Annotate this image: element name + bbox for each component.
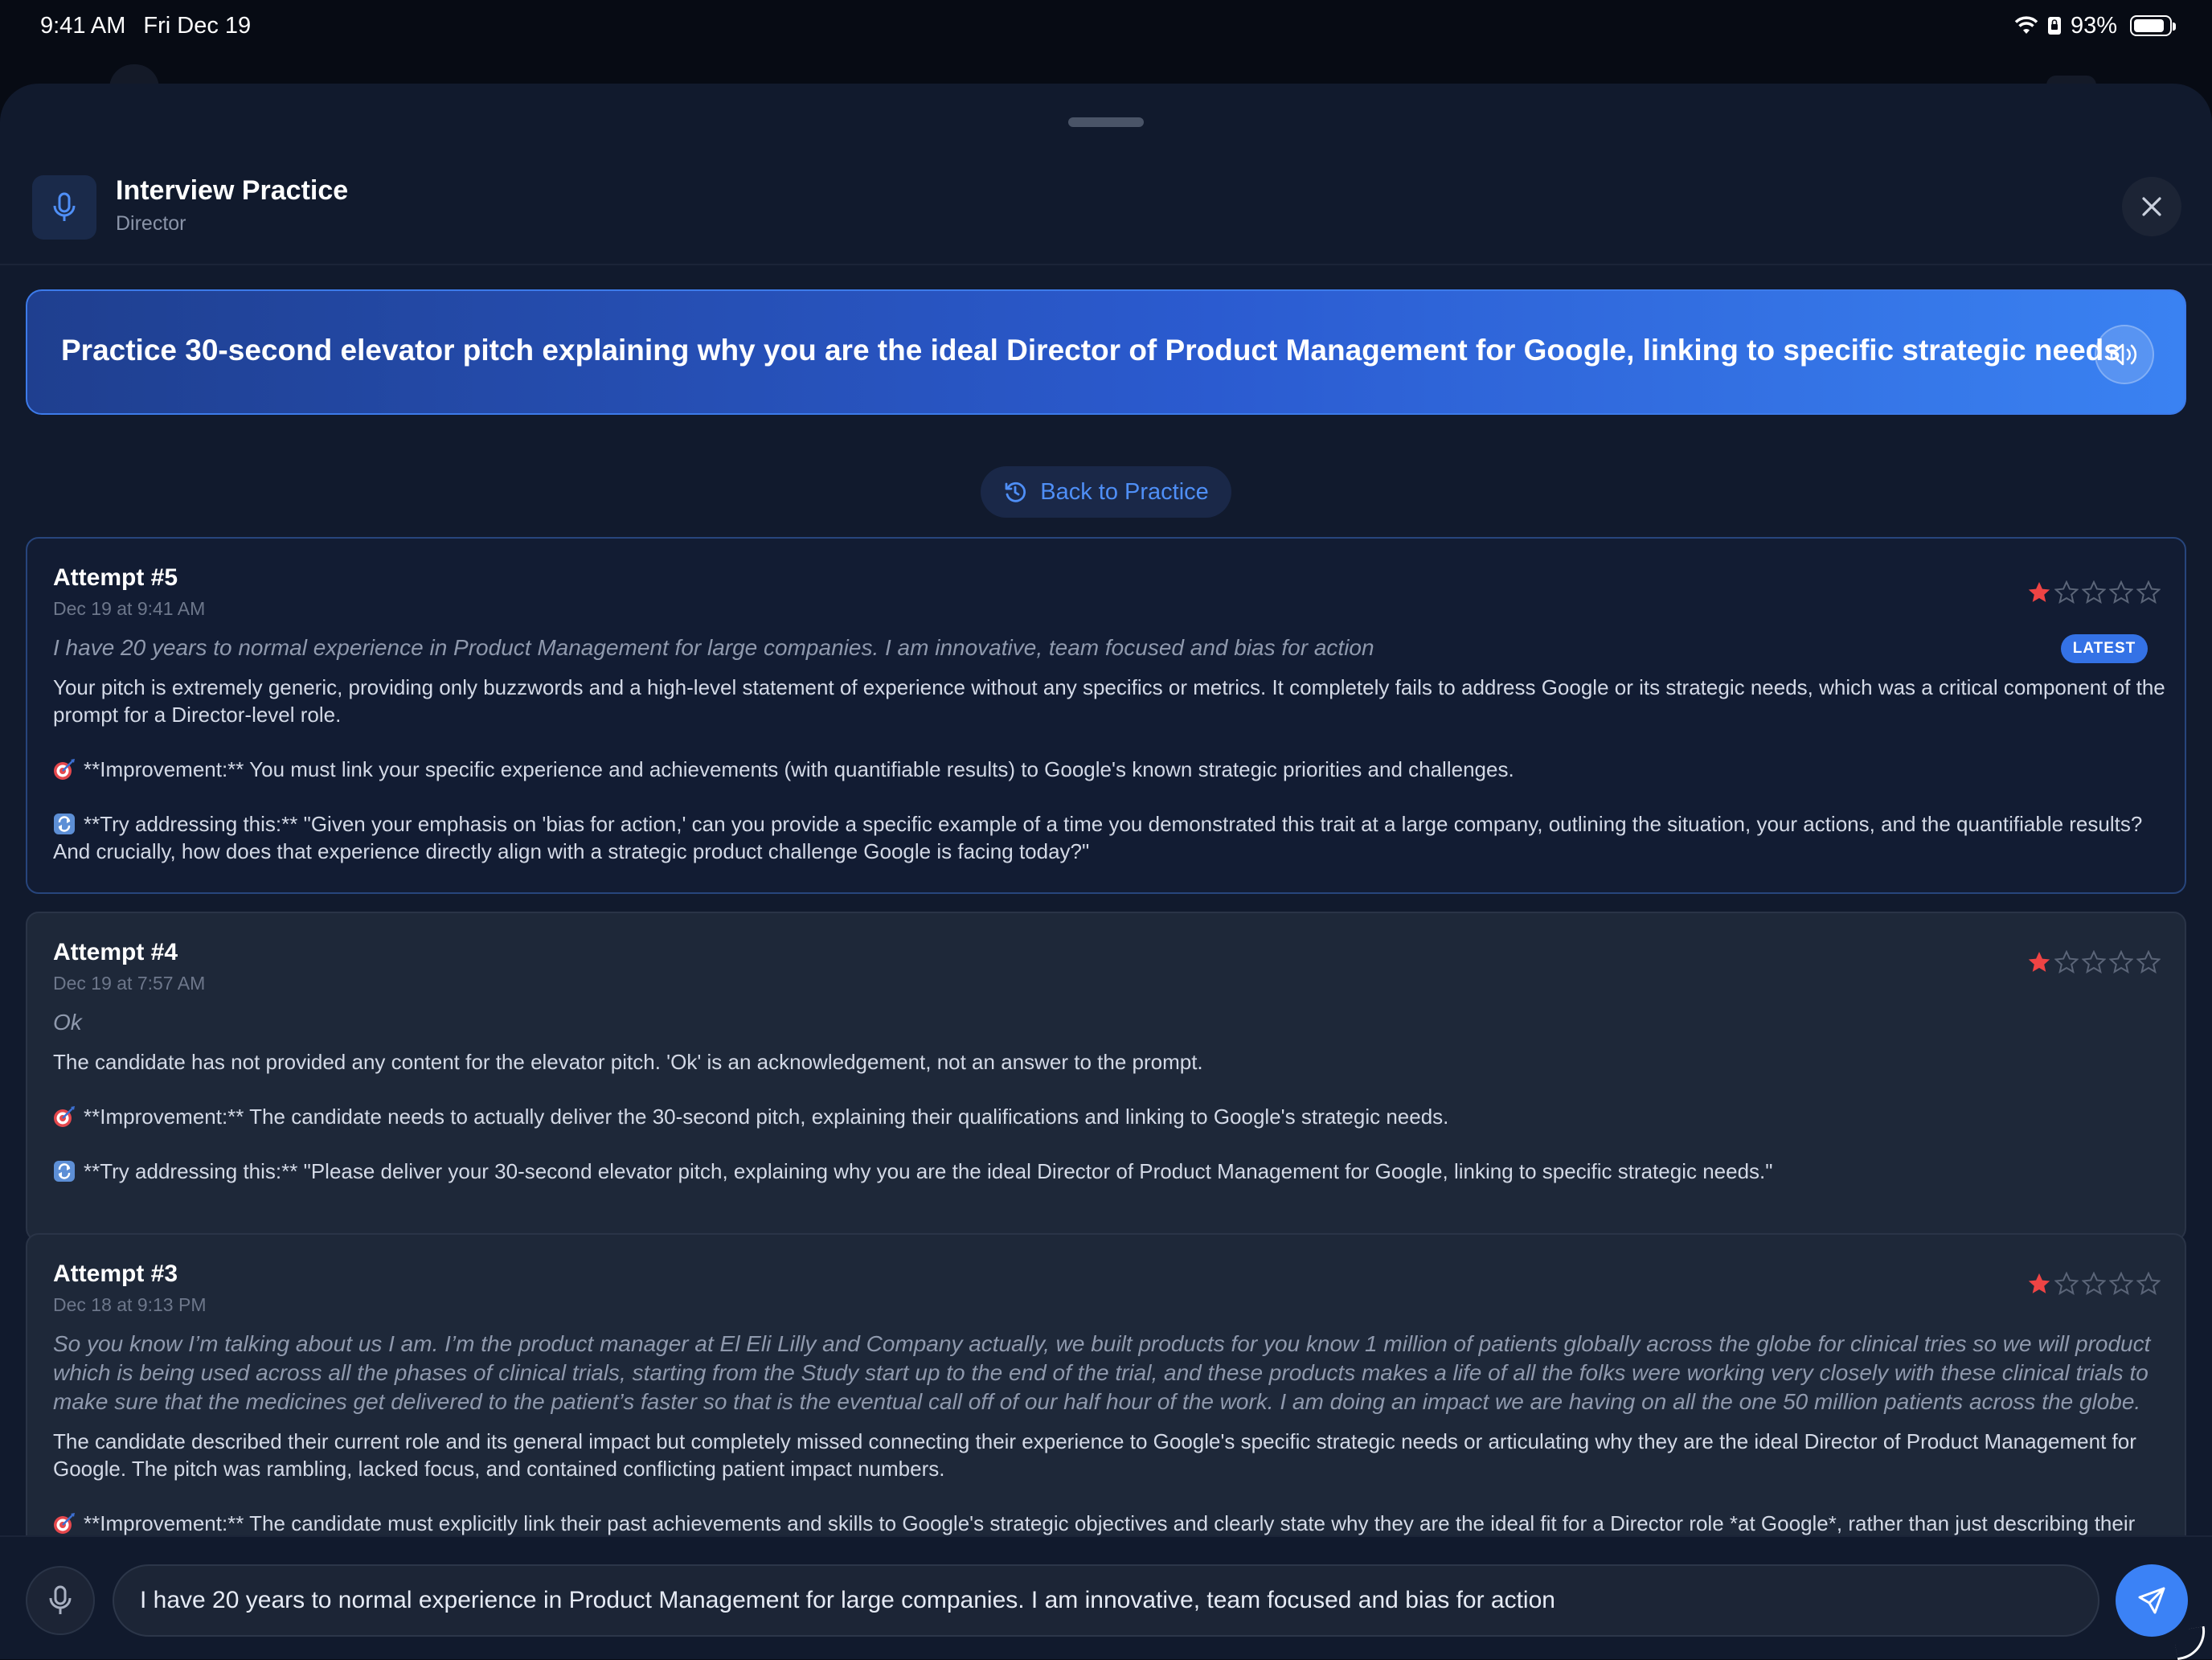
attempt-date: Dec 18 at 9:13 PM: [53, 1294, 207, 1315]
star-empty-icon: [2136, 1272, 2161, 1295]
star-empty-icon: [2136, 950, 2161, 973]
repeat-icon: [53, 1160, 76, 1182]
target-icon: [53, 758, 76, 781]
status-bar: 9:41 AM Fri Dec 19 93%: [0, 0, 2212, 51]
send-button[interactable]: [2116, 1564, 2188, 1637]
attempt-date: Dec 19 at 7:57 AM: [53, 973, 206, 994]
attempt-body: So you know I’m talking about us I am. I…: [53, 1330, 2175, 1537]
star-empty-icon: [2054, 580, 2079, 604]
try-text: **Try addressing this:** "Given your emp…: [53, 812, 2143, 863]
star-empty-icon: [2054, 1272, 2079, 1295]
star-filled-icon: [2028, 952, 2050, 972]
attempt-feedback: The candidate described their current ro…: [53, 1429, 2136, 1481]
improvement-text: **Improvement:** You must link your spec…: [84, 757, 1514, 781]
target-icon: [53, 1105, 76, 1128]
send-icon: [2138, 1587, 2165, 1614]
speaker-icon: [2110, 343, 2137, 366]
sheet-header: Interview Practice Director: [0, 161, 2212, 265]
star-empty-icon: [2082, 580, 2106, 604]
try-text: **Try addressing this:** "Please deliver…: [84, 1159, 1773, 1183]
history-icon: [1005, 482, 1026, 502]
attempt-answer: I have 20 years to normal experience in …: [53, 635, 1374, 660]
attempt-card: Attempt #5 Dec 19 at 9:41 AM I have 20 y…: [26, 537, 2186, 894]
target-icon: [53, 1512, 76, 1535]
attempt-title: Attempt #4: [53, 939, 178, 965]
improvement-text: **Improvement:** The candidate needs to …: [84, 1105, 1449, 1129]
close-icon: [2142, 197, 2161, 216]
star-empty-icon: [2109, 950, 2133, 973]
battery-icon: [2130, 15, 2176, 36]
star-rating: [2027, 580, 2161, 605]
close-button[interactable]: [2122, 177, 2181, 236]
page-subtitle: Director: [116, 212, 186, 235]
orientation-lock-icon: [2047, 17, 2061, 35]
star-empty-icon: [2136, 580, 2161, 604]
attempt-date: Dec 19 at 9:41 AM: [53, 598, 206, 619]
practice-sheet: Interview Practice Director Practice 30-…: [0, 84, 2212, 1659]
attempt-title: Attempt #5: [53, 564, 178, 591]
attempt-body: Ok The candidate has not provided any co…: [53, 1008, 2175, 1185]
star-empty-icon: [2109, 580, 2133, 604]
prompt-text: Practice 30-second elevator pitch explai…: [61, 334, 2120, 367]
star-rating: [2027, 950, 2161, 974]
wifi-icon: [2014, 16, 2038, 34]
input-bar: [0, 1535, 2212, 1659]
battery-percent: 93%: [2070, 12, 2117, 39]
play-prompt-button[interactable]: [2095, 325, 2154, 384]
star-empty-icon: [2082, 950, 2106, 973]
star-filled-icon: [2028, 582, 2050, 602]
improvement-line: **Improvement:** The candidate must expl…: [53, 1510, 2175, 1537]
attempt-body: I have 20 years to normal experience in …: [53, 633, 2175, 865]
attempt-feedback: Your pitch is extremely generic, providi…: [53, 675, 2165, 727]
attempt-feedback: The candidate has not provided any conte…: [53, 1050, 1203, 1074]
attempt-answer: Ok: [53, 1010, 82, 1035]
record-button[interactable]: [26, 1566, 95, 1635]
status-date: Fri Dec 19: [143, 12, 252, 39]
microphone-icon: [49, 1585, 72, 1614]
answer-input[interactable]: [113, 1564, 2099, 1637]
try-line: **Try addressing this:** "Given your emp…: [53, 810, 2175, 865]
star-empty-icon: [2109, 1272, 2133, 1295]
status-time: 9:41 AM: [40, 12, 126, 39]
prompt-banner: Practice 30-second elevator pitch explai…: [26, 289, 2186, 415]
attempt-answer: So you know I’m talking about us I am. I…: [53, 1331, 2151, 1414]
star-filled-icon: [2028, 1273, 2050, 1293]
page-title: Interview Practice: [116, 175, 349, 206]
latest-badge: LATEST: [2061, 634, 2148, 663]
star-rating: [2027, 1272, 2161, 1296]
star-empty-icon: [2082, 1272, 2106, 1295]
improvement-line: **Improvement:** The candidate needs to …: [53, 1103, 2175, 1130]
attempt-title: Attempt #3: [53, 1260, 178, 1287]
sheet-grabber[interactable]: [1068, 117, 1144, 127]
improvement-line: **Improvement:** You must link your spec…: [53, 756, 2175, 783]
back-to-practice-button[interactable]: Back to Practice: [981, 466, 1231, 518]
try-line: **Try addressing this:** "Please deliver…: [53, 1158, 2175, 1185]
microphone-icon: [32, 175, 96, 240]
back-to-practice-label: Back to Practice: [1040, 478, 1209, 505]
repeat-icon: [53, 813, 76, 835]
attempt-card: Attempt #4 Dec 19 at 7:57 AM Ok The cand…: [26, 912, 2186, 1241]
star-empty-icon: [2054, 950, 2079, 973]
improvement-text: **Improvement:** The candidate must expl…: [84, 1511, 2136, 1535]
